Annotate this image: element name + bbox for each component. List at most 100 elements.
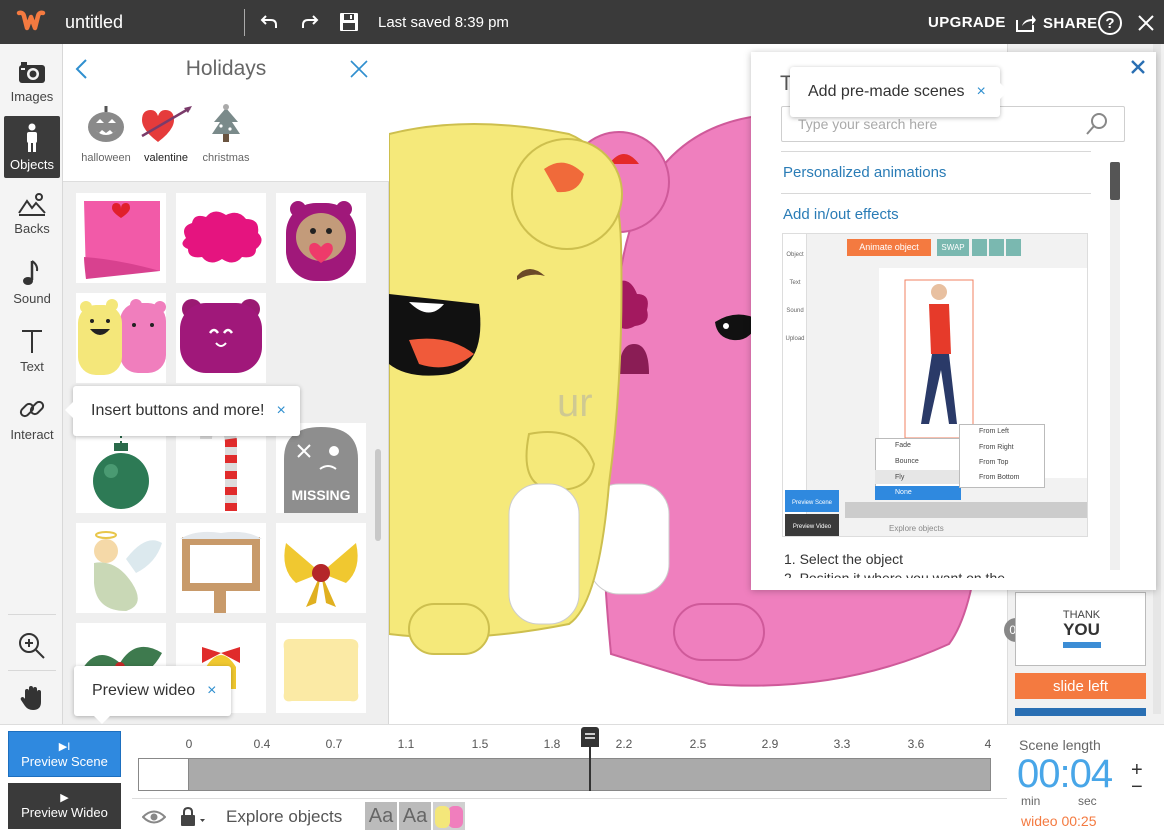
scene-thumbnail[interactable]: THANK YOU xyxy=(1015,592,1146,666)
zoom-in-icon[interactable] xyxy=(16,630,48,662)
object-chip-bears[interactable] xyxy=(433,802,465,830)
rail-item-sound[interactable]: Sound xyxy=(4,252,60,314)
help-scroll-thumb[interactable] xyxy=(1110,162,1120,200)
callout-insert-buttons: Insert buttons and more! × xyxy=(65,386,300,436)
christmas-tree-icon xyxy=(212,104,240,142)
category-label: halloween xyxy=(81,152,131,164)
scene-thumbnail-next[interactable] xyxy=(1015,708,1146,716)
help-link-add-in-out-effects[interactable]: Add in/out effects xyxy=(783,206,899,223)
category-christmas[interactable]: christmas xyxy=(195,102,257,164)
undo-icon[interactable] xyxy=(258,11,280,33)
timeline-tick: 0 xyxy=(185,737,193,751)
library-panel: Holidays halloween valentine christmas M… xyxy=(63,44,389,724)
shot-menu-from-left: From Left xyxy=(979,428,1009,435)
help-button[interactable]: ? xyxy=(1098,11,1122,35)
rail-item-interact[interactable]: Interact xyxy=(4,388,60,450)
minutes-unit: min xyxy=(1021,794,1041,808)
scene-length-value[interactable]: 00:04 xyxy=(1017,752,1113,797)
shot-menu-from-right: From Right xyxy=(979,444,1014,451)
object-ornament[interactable] xyxy=(76,423,166,513)
search-icon[interactable] xyxy=(1085,112,1109,136)
close-icon[interactable]: × xyxy=(207,682,216,700)
shot-menu-from-top: From Top xyxy=(979,459,1009,466)
playhead-handle[interactable] xyxy=(581,727,599,747)
rail-item-images[interactable]: Images xyxy=(4,52,60,114)
shot-tool-sound: Sound xyxy=(786,308,804,314)
scene-mini-button xyxy=(1063,642,1101,648)
svg-text:ur: ur xyxy=(557,381,593,425)
object-chip-text[interactable]: Aa xyxy=(365,802,397,830)
shot-menu-fly: Fly xyxy=(895,474,905,481)
object-bear-heart[interactable] xyxy=(276,193,366,283)
close-icon[interactable]: × xyxy=(977,83,986,101)
wideo-logo-icon[interactable] xyxy=(16,7,48,37)
object-purple-bear[interactable] xyxy=(176,293,266,383)
timeline-tick: 2.9 xyxy=(761,737,779,751)
explore-objects-link[interactable]: Explore objects xyxy=(226,807,342,827)
seconds-unit: sec xyxy=(1078,794,1097,808)
object-sticky-note[interactable] xyxy=(76,193,166,283)
scene-length-label: Scene length xyxy=(1019,737,1101,753)
eye-icon[interactable] xyxy=(142,808,166,826)
shot-tool-upload: Upload xyxy=(785,336,805,342)
rail-divider xyxy=(8,614,56,615)
object-missing-tombstone[interactable]: MISSING xyxy=(276,423,366,513)
heart-arrow-icon xyxy=(141,106,192,142)
close-icon[interactable] xyxy=(1129,58,1147,76)
shot-tool-object: Object xyxy=(786,252,804,258)
help-link-personalized-animations[interactable]: Personalized animations xyxy=(783,164,946,181)
decrease-length-button[interactable]: − xyxy=(1131,776,1143,799)
wideo-total-length: wideo 00:25 xyxy=(1021,813,1097,829)
rail-item-objects[interactable]: Objects xyxy=(4,116,60,178)
callout-insert-text: Insert buttons and more! xyxy=(91,402,265,419)
object-snow-sign[interactable] xyxy=(176,523,266,613)
link-icon xyxy=(19,400,45,418)
preview-scene-label: Preview Scene xyxy=(21,754,108,769)
rail-label-objects: Objects xyxy=(9,157,55,172)
preview-wideo-button[interactable]: ▶ Preview Wideo xyxy=(8,783,121,829)
object-label-frame[interactable] xyxy=(276,623,366,713)
close-icon[interactable] xyxy=(349,59,369,79)
panel-title: Holidays xyxy=(185,57,267,80)
timeline-track-start[interactable] xyxy=(138,758,189,791)
object-pink-cloud[interactable] xyxy=(176,193,266,283)
object-angel[interactable] xyxy=(76,523,166,613)
help-step-2-clip: 2. Position it where you want on the xyxy=(784,570,1094,578)
music-note-icon xyxy=(23,260,39,285)
hand-pan-icon[interactable] xyxy=(16,682,48,714)
rail-item-backs[interactable]: Backs xyxy=(4,184,60,246)
top-bar: untitled Last saved 8:39 pm UPGRADE SHAR… xyxy=(0,0,1164,44)
shot-menu-from-bottom: From Bottom xyxy=(979,474,1020,481)
help-panel: T Personalized animations Add in/out eff… xyxy=(751,52,1156,590)
timeline-track[interactable] xyxy=(138,758,991,791)
object-bear-pair[interactable] xyxy=(76,293,166,383)
preview-scene-button[interactable]: ▶I Preview Scene xyxy=(8,731,121,777)
close-icon[interactable] xyxy=(1134,11,1158,35)
category-valentine[interactable]: valentine xyxy=(135,102,197,164)
help-divider xyxy=(781,151,1091,152)
panel-scrollbar[interactable] xyxy=(375,449,381,541)
category-halloween[interactable]: halloween xyxy=(75,102,137,164)
category-label: valentine xyxy=(143,152,189,164)
timeline-tick: 3.6 xyxy=(907,737,925,751)
lock-icon[interactable] xyxy=(179,806,207,828)
upgrade-button[interactable]: UPGRADE xyxy=(928,14,1006,31)
object-gold-bow[interactable] xyxy=(276,523,366,613)
rail-item-text[interactable]: Text xyxy=(4,320,60,382)
object-candy-cane[interactable] xyxy=(176,423,266,513)
share-button[interactable]: SHARE xyxy=(1015,11,1098,35)
close-icon[interactable]: × xyxy=(276,402,285,420)
redo-icon[interactable] xyxy=(299,11,321,33)
timeline-divider xyxy=(132,798,1007,799)
object-chip-text[interactable]: Aa xyxy=(399,802,431,830)
document-title[interactable]: untitled xyxy=(65,12,123,33)
help-scroll-track[interactable] xyxy=(1110,162,1120,570)
callout-preview-text: Preview wideo xyxy=(92,682,196,699)
play-scene-icon: ▶I xyxy=(58,741,71,753)
timeline-tick: 2.5 xyxy=(689,737,707,751)
timeline-tick: 0.4 xyxy=(253,737,271,751)
save-icon[interactable] xyxy=(338,11,360,33)
missing-label: MISSING xyxy=(291,487,351,503)
person-icon xyxy=(27,123,37,152)
scene-transition-button[interactable]: slide left xyxy=(1015,673,1146,699)
